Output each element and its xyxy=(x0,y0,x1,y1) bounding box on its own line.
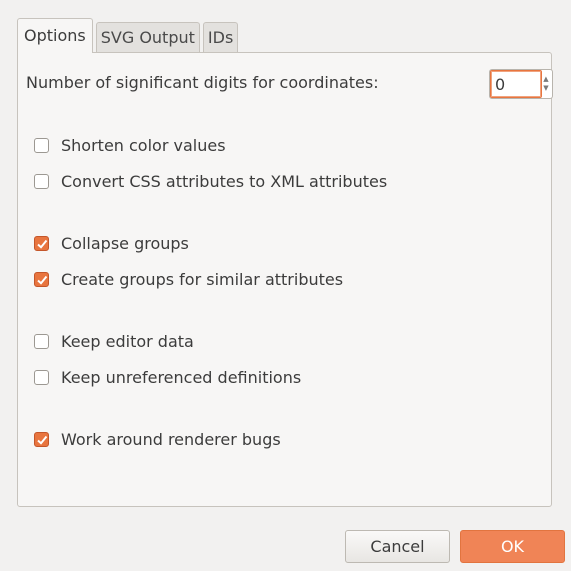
option-convert-css-attributes[interactable]: Convert CSS attributes to XML attributes xyxy=(34,169,387,193)
options-panel: Number of significant digits for coordin… xyxy=(17,52,553,507)
option-keep-editor-data[interactable]: Keep editor data xyxy=(34,329,194,353)
option-keep-unreferenced-definitions[interactable]: Keep unreferenced definitions xyxy=(34,365,301,389)
option-label: Shorten color values xyxy=(61,135,226,155)
option-collapse-groups[interactable]: Collapse groups xyxy=(34,231,189,255)
checkmark-icon xyxy=(37,239,48,249)
tab-ids[interactable]: IDs xyxy=(202,22,239,52)
option-shorten-color-values[interactable]: Shorten color values xyxy=(34,133,226,157)
option-label: Keep unreferenced definitions xyxy=(61,367,302,387)
cancel-button[interactable]: Cancel xyxy=(345,530,450,563)
option-label: Work around renderer bugs xyxy=(61,429,281,449)
checkbox-work-around-renderer-bugs[interactable] xyxy=(34,431,49,447)
significant-digits-spinner[interactable]: ▲ ▼ xyxy=(489,69,553,99)
option-create-groups-similar[interactable]: Create groups for similar attributes xyxy=(34,267,343,291)
option-label: Convert CSS attributes to XML attributes xyxy=(61,171,388,191)
checkmark-icon xyxy=(37,435,48,445)
checkbox-convert-css-attributes[interactable] xyxy=(34,173,49,189)
option-label: Create groups for similar attributes xyxy=(61,269,344,289)
tab-options[interactable]: Options xyxy=(17,18,93,53)
checkbox-collapse-groups[interactable] xyxy=(34,235,49,251)
checkmark-icon xyxy=(37,275,48,285)
tab-bar: Options SVG Output IDs xyxy=(17,18,241,53)
ok-button[interactable]: OK xyxy=(460,530,565,563)
option-work-around-renderer-bugs[interactable]: Work around renderer bugs xyxy=(34,427,281,451)
checkbox-keep-editor-data[interactable] xyxy=(34,333,49,349)
checkbox-keep-unreferenced-definitions[interactable] xyxy=(34,369,49,385)
significant-digits-label: Number of significant digits for coordin… xyxy=(26,73,379,92)
tab-svg-output[interactable]: SVG Output xyxy=(95,22,200,52)
option-label: Collapse groups xyxy=(61,233,189,253)
checkbox-create-groups-similar[interactable] xyxy=(34,271,49,287)
spin-up-icon[interactable]: ▲ xyxy=(543,75,548,84)
option-label: Keep editor data xyxy=(61,331,194,351)
significant-digits-row: Number of significant digits for coordin… xyxy=(26,69,553,99)
significant-digits-input[interactable] xyxy=(490,70,542,98)
checkbox-shorten-color-values[interactable] xyxy=(34,137,49,153)
spinner-buttons: ▲ ▼ xyxy=(540,70,552,98)
spin-down-icon[interactable]: ▼ xyxy=(543,84,548,93)
